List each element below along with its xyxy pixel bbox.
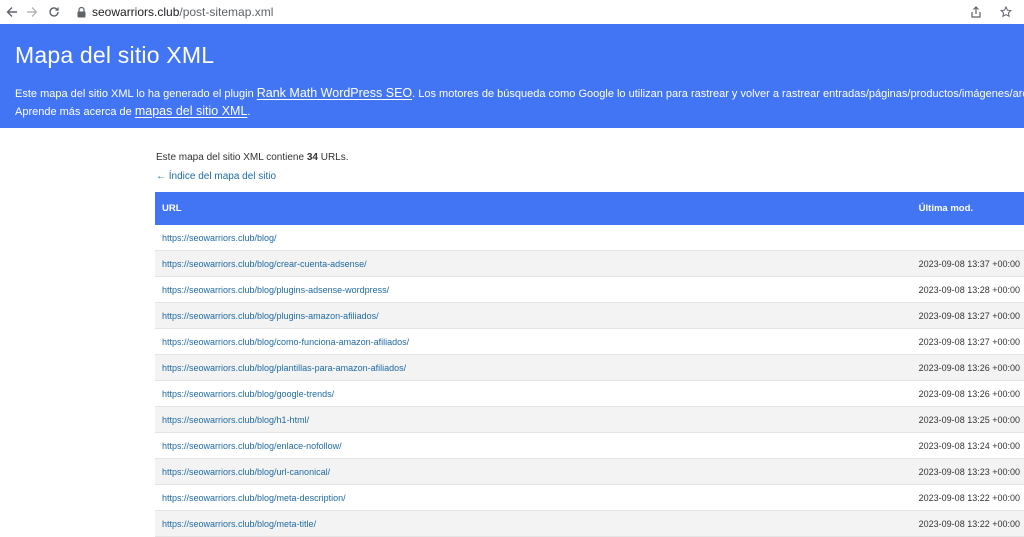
header-desc-suffix: . Los motores de búsqueda como Google lo…	[412, 88, 1024, 100]
header-learn-more: Aprende más acerca de mapas del sitio XM…	[15, 104, 250, 118]
address-path: /post-sitemap.xml	[179, 5, 274, 19]
table-row: https://seowarriors.club/blog/plantillas…	[155, 354, 1024, 381]
summary-suffix: URLs.	[317, 152, 349, 163]
url-cell: https://seowarriors.club/blog/	[155, 225, 919, 251]
last-mod-cell: 2023-09-08 13:22 +00:00	[918, 510, 1024, 537]
url-cell: https://seowarriors.club/blog/como-funci…	[155, 328, 919, 355]
forward-arrow-icon[interactable]	[22, 2, 42, 22]
column-header-url: URL	[155, 192, 919, 225]
url-link[interactable]: https://seowarriors.club/blog/meta-descr…	[162, 493, 346, 503]
learn-more-suffix: .	[247, 106, 251, 118]
sitemap-index-link[interactable]: ← Índice del mapa del sitio	[156, 171, 276, 182]
back-arrow-icon[interactable]	[2, 2, 22, 22]
url-cell: https://seowarriors.club/blog/meta-title…	[155, 510, 919, 537]
reload-icon[interactable]	[44, 2, 64, 22]
url-count-summary: Este mapa del sitio XML contiene 34 URLs…	[156, 152, 349, 163]
table-row: https://seowarriors.club/blog/crear-cuen…	[155, 250, 1024, 277]
table-row: https://seowarriors.club/blog/enlace-nof…	[155, 432, 1024, 459]
table-row: https://seowarriors.club/blog/plugins-am…	[155, 302, 1024, 329]
url-cell: https://seowarriors.club/blog/crear-cuen…	[155, 250, 919, 277]
url-cell: https://seowarriors.club/blog/url-canoni…	[155, 458, 919, 485]
url-link[interactable]: https://seowarriors.club/blog/h1-html/	[162, 415, 309, 425]
sitemap-table: URL Última mod. https://seowarriors.club…	[155, 192, 1024, 537]
url-link[interactable]: https://seowarriors.club/blog/plantillas…	[162, 363, 406, 373]
table-row: https://seowarriors.club/blog/google-tre…	[155, 380, 1024, 407]
lock-icon[interactable]	[74, 5, 88, 19]
address-bar[interactable]: seowarriors.club/post-sitemap.xml	[92, 5, 273, 19]
url-count: 34	[306, 152, 318, 163]
url-cell: https://seowarriors.club/blog/h1-html/	[155, 406, 919, 433]
last-mod-cell: 2023-09-08 13:27 +00:00	[918, 302, 1024, 329]
url-link[interactable]: https://seowarriors.club/blog/enlace-nof…	[162, 441, 342, 451]
address-domain: seowarriors.club	[92, 5, 180, 19]
page-title: Mapa del sitio XML	[15, 42, 215, 68]
url-cell: https://seowarriors.club/blog/google-tre…	[155, 380, 919, 407]
learn-more-prefix: Aprende más acerca de	[15, 106, 135, 118]
url-link[interactable]: https://seowarriors.club/blog/crear-cuen…	[162, 259, 367, 269]
share-icon[interactable]	[966, 2, 986, 22]
table-header-row: URL Última mod.	[155, 192, 1024, 225]
table-row: https://seowarriors.club/blog/h1-html/20…	[155, 406, 1024, 433]
table-row: https://seowarriors.club/blog/plugins-ad…	[155, 276, 1024, 303]
xml-sitemaps-link[interactable]: mapas del sitio XML	[135, 104, 248, 118]
url-link[interactable]: https://seowarriors.club/blog/	[162, 233, 277, 243]
url-link[interactable]: https://seowarriors.club/blog/plugins-am…	[162, 311, 379, 321]
table-row: https://seowarriors.club/blog/	[155, 225, 1024, 251]
last-mod-cell: 2023-09-08 13:27 +00:00	[918, 328, 1024, 355]
header-desc-prefix: Este mapa del sitio XML lo ha generado e…	[15, 88, 257, 100]
url-link[interactable]: https://seowarriors.club/blog/plugins-ad…	[162, 285, 389, 295]
table-row: https://seowarriors.club/blog/como-funci…	[155, 328, 1024, 355]
last-mod-cell: 2023-09-08 13:26 +00:00	[918, 380, 1024, 407]
table-row: https://seowarriors.club/blog/url-canoni…	[155, 458, 1024, 485]
last-mod-cell	[918, 225, 1024, 251]
last-mod-cell: 2023-09-08 13:25 +00:00	[918, 406, 1024, 433]
last-mod-cell: 2023-09-08 13:22 +00:00	[918, 484, 1024, 511]
browser-toolbar: seowarriors.club/post-sitemap.xml	[0, 0, 1024, 25]
url-cell: https://seowarriors.club/blog/enlace-nof…	[155, 432, 919, 459]
url-cell: https://seowarriors.club/blog/meta-descr…	[155, 484, 919, 511]
url-cell: https://seowarriors.club/blog/plugins-am…	[155, 302, 919, 329]
url-link[interactable]: https://seowarriors.club/blog/google-tre…	[162, 389, 334, 399]
last-mod-cell: 2023-09-08 13:28 +00:00	[918, 276, 1024, 303]
sitemap-header: Mapa del sitio XML Este mapa del sitio X…	[0, 24, 1024, 128]
url-link[interactable]: https://seowarriors.club/blog/como-funci…	[162, 337, 409, 347]
star-bookmark-icon[interactable]	[996, 2, 1016, 22]
header-description: Este mapa del sitio XML lo ha generado e…	[15, 86, 1024, 100]
url-cell: https://seowarriors.club/blog/plugins-ad…	[155, 276, 919, 303]
last-mod-cell: 2023-09-08 13:23 +00:00	[918, 458, 1024, 485]
last-mod-cell: 2023-09-08 13:37 +00:00	[918, 250, 1024, 277]
column-header-last-mod: Última mod.	[918, 192, 1024, 225]
last-mod-cell: 2023-09-08 13:24 +00:00	[918, 432, 1024, 459]
summary-prefix: Este mapa del sitio XML contiene	[156, 152, 307, 163]
table-row: https://seowarriors.club/blog/meta-title…	[155, 510, 1024, 537]
url-link[interactable]: https://seowarriors.club/blog/url-canoni…	[162, 467, 330, 477]
url-link[interactable]: https://seowarriors.club/blog/meta-title…	[162, 519, 316, 529]
last-mod-cell: 2023-09-08 13:26 +00:00	[918, 354, 1024, 381]
url-cell: https://seowarriors.club/blog/plantillas…	[155, 354, 919, 381]
rank-math-link[interactable]: Rank Math WordPress SEO	[257, 86, 412, 100]
table-row: https://seowarriors.club/blog/meta-descr…	[155, 484, 1024, 511]
